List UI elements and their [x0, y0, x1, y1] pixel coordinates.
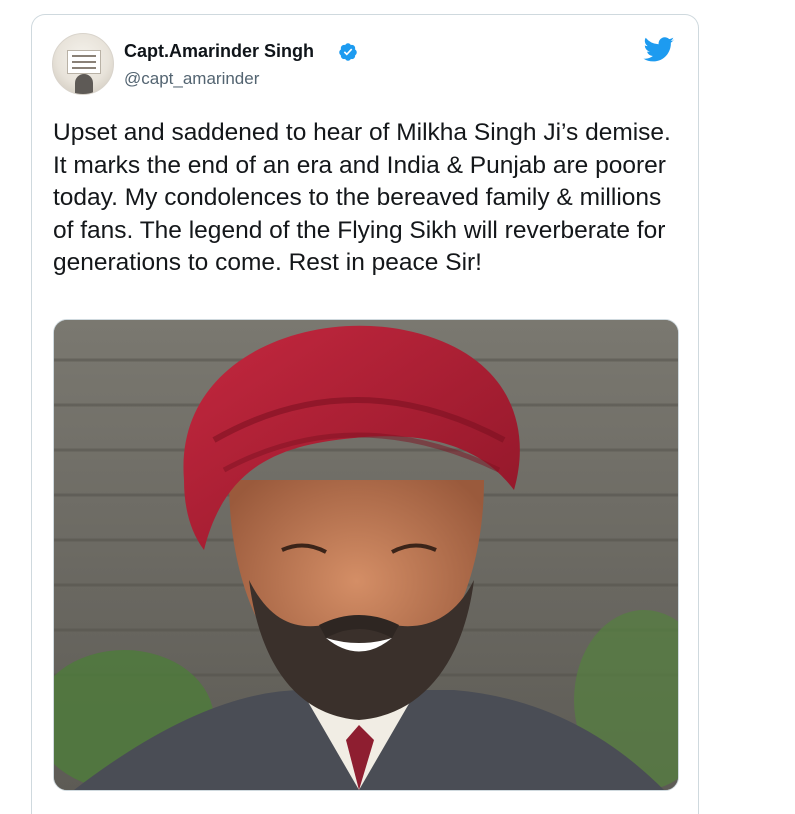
tweet-text: Upset and saddened to hear of Milkha Sin…: [53, 119, 671, 276]
verified-badge-icon: [339, 43, 357, 61]
tweet-photo[interactable]: [53, 319, 679, 791]
avatar-person-graphic: [75, 74, 93, 94]
author-display-name[interactable]: Capt.Amarinder Singh: [124, 41, 314, 62]
photo-illustration: [54, 320, 678, 790]
avatar-sign-graphic: [67, 50, 101, 74]
twitter-bird-icon[interactable]: [643, 37, 675, 63]
tweet-card: Capt.Amarinder Singh @capt_amarinder Ups…: [31, 14, 699, 814]
author-handle[interactable]: @capt_amarinder: [124, 69, 259, 89]
author-avatar[interactable]: [52, 33, 114, 95]
